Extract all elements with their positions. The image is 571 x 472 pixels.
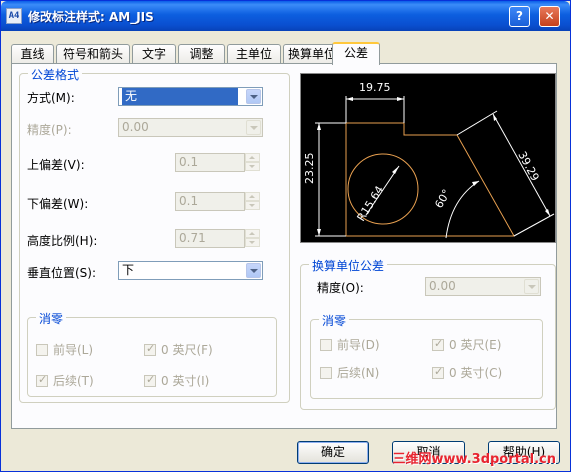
alt-leading-checkbox[interactable]: 前导(D) (320, 336, 380, 353)
upper-deviation-value: 0.1 (179, 155, 199, 169)
lower-deviation-label: 下偏差(W): (27, 197, 89, 211)
feet-label: 0 英尺(F) (161, 343, 213, 357)
tab-fit[interactable]: 调整 (178, 44, 225, 64)
spin-up-icon[interactable] (245, 192, 260, 201)
checkbox-icon (432, 365, 444, 379)
precision-value: 0.00 (122, 120, 149, 134)
trailing-label: 后续(T) (53, 374, 94, 388)
lower-deviation-value: 0.1 (179, 194, 199, 208)
dim-left: 23.25 (303, 153, 316, 185)
dim-radius: R15.64 (355, 184, 387, 224)
vertical-position-select[interactable]: 下 (118, 261, 263, 280)
alt-feet-label: 0 英尺(E) (449, 338, 502, 352)
checkbox-icon (144, 342, 156, 356)
upper-deviation-label: 上偏差(V): (27, 158, 85, 172)
checkbox-icon (36, 373, 48, 387)
group-title: 换算单位公差 (309, 257, 388, 274)
leading-label: 前导(L) (53, 343, 94, 357)
lower-deviation-input[interactable]: 0.1 (175, 192, 260, 211)
ok-button[interactable]: 确定 (297, 441, 369, 464)
spin-down-icon[interactable] (245, 162, 260, 171)
tab-text[interactable]: 文字 (132, 44, 176, 64)
part-outline (345, 122, 515, 237)
chevron-down-icon[interactable] (246, 120, 261, 135)
alt-inches-checkbox[interactable]: 0 英寸(C) (432, 364, 502, 381)
checkbox-icon (320, 367, 332, 379)
alt-precision-value: 0.00 (429, 279, 456, 293)
upper-deviation-input[interactable]: 0.1 (175, 153, 260, 172)
height-scale-input[interactable]: 0.71 (175, 229, 260, 248)
leading-checkbox[interactable]: 前导(L) (36, 341, 93, 358)
alt-precision-select[interactable]: 0.00 (425, 277, 541, 296)
alt-precision-label: 精度(O): (317, 281, 364, 295)
checkbox-icon (36, 344, 48, 356)
dim-angle: 60° (432, 187, 453, 210)
spin-up-icon[interactable] (245, 153, 260, 162)
question-icon: ? (516, 9, 523, 23)
watermark: 三维网www.3dportal.cn (392, 452, 556, 467)
preview-panel: 19.75 23.25 39.29 R15.64 60° (300, 73, 556, 243)
alt-trailing-checkbox[interactable]: 后续(N) (320, 364, 379, 381)
spin-down-icon[interactable] (245, 201, 260, 210)
chevron-down-icon[interactable] (524, 279, 539, 294)
inches-checkbox[interactable]: 0 英寸(I) (144, 372, 209, 389)
spin-up-icon[interactable] (245, 229, 260, 238)
alt-feet-checkbox[interactable]: 0 英尺(E) (432, 336, 501, 353)
height-scale-label: 高度比例(H): (27, 234, 98, 248)
spinner[interactable] (245, 229, 260, 248)
dim-right: 39.29 (515, 149, 541, 183)
tab-lines[interactable]: 直线 (11, 44, 54, 64)
method-value: 无 (122, 88, 238, 105)
group-title: 公差格式 (28, 66, 83, 83)
checkbox-icon (144, 373, 156, 387)
group-title: 消零 (319, 312, 350, 329)
title-bar[interactable]: A4 修改标注样式: AM_JIS ? ✕ (1, 1, 570, 31)
preview-drawing: 19.75 23.25 39.29 R15.64 60° (303, 81, 555, 239)
checkbox-icon (432, 337, 444, 351)
help-title-button[interactable]: ? (509, 6, 530, 27)
alt-trailing-label: 后续(N) (337, 366, 380, 380)
tab-primary-units[interactable]: 主单位 (227, 44, 281, 64)
vertical-position-value: 下 (122, 263, 135, 277)
dim-top: 19.75 (359, 81, 391, 94)
checkbox-icon (320, 339, 332, 351)
height-scale-value: 0.71 (179, 231, 206, 245)
chevron-down-icon[interactable] (246, 89, 261, 104)
inches-label: 0 英寸(I) (161, 374, 210, 388)
group-title: 消零 (36, 310, 67, 327)
spin-down-icon[interactable] (245, 238, 260, 247)
spinner[interactable] (245, 192, 260, 211)
method-select[interactable]: 无 (118, 87, 263, 106)
spinner[interactable] (245, 153, 260, 172)
tab-tolerances[interactable]: 公差 (332, 42, 380, 65)
zero-suppression-group-right: 消零 (310, 312, 543, 399)
dimension-style-dialog: A4 修改标注样式: AM_JIS ? ✕ 直线 符号和箭头 文字 调整 主单位… (0, 0, 571, 472)
window-title: 修改标注样式: AM_JIS (28, 10, 154, 24)
close-icon: ✕ (544, 9, 555, 23)
close-button[interactable]: ✕ (539, 6, 560, 27)
alt-leading-label: 前导(D) (337, 338, 380, 352)
alt-inches-label: 0 英寸(C) (449, 366, 503, 380)
precision-select[interactable]: 0.00 (118, 118, 263, 137)
tab-symbols-arrows[interactable]: 符号和箭头 (56, 44, 130, 64)
trailing-checkbox[interactable]: 后续(T) (36, 372, 94, 389)
chevron-down-icon[interactable] (246, 263, 261, 278)
vertical-position-label: 垂直位置(S): (27, 266, 97, 280)
precision-label: 精度(P): (27, 123, 72, 137)
method-label: 方式(M): (27, 91, 75, 105)
feet-checkbox[interactable]: 0 英尺(F) (144, 341, 213, 358)
app-icon: A4 (6, 8, 22, 24)
